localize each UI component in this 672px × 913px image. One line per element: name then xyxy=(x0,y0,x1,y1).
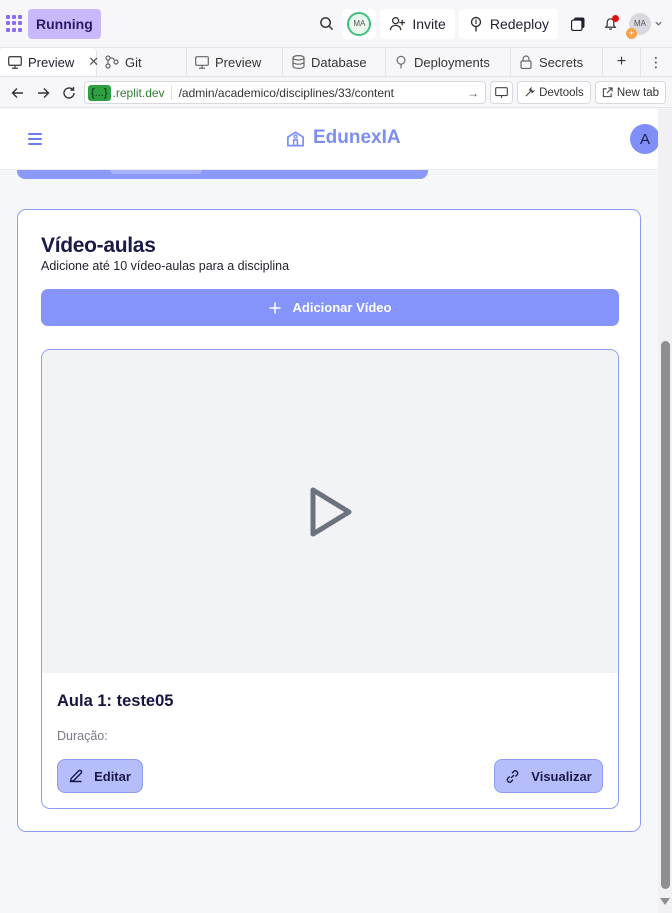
redeploy-label: Redeploy xyxy=(489,15,549,32)
tab-preview[interactable]: Preview xyxy=(187,48,283,76)
reload-icon xyxy=(63,86,75,99)
tab-secrets[interactable]: Secrets xyxy=(511,48,603,76)
devtools-label: Devtools xyxy=(539,86,584,99)
devtools-button[interactable]: Devtools xyxy=(517,81,591,104)
search-button[interactable] xyxy=(310,8,342,40)
deploy-icon xyxy=(394,55,408,69)
replit-topbar: Running MA Invite Redeploy MA + xyxy=(0,0,672,48)
open-new-tab-button[interactable]: New tab xyxy=(594,81,666,104)
user-initials: MA xyxy=(634,19,646,28)
invite-button[interactable]: Invite xyxy=(380,8,455,39)
video-lessons-card: Vídeo-aulas Adicione até 10 vídeo-aulas … xyxy=(17,209,641,832)
new-tab-label: New tab xyxy=(616,86,659,99)
url-path: /admin/academico/disciplines/33/content xyxy=(178,85,395,100)
lock-icon xyxy=(519,55,533,69)
video-thumbnail[interactable] xyxy=(42,350,618,673)
deploy-icon xyxy=(470,16,482,31)
tab-label: Secrets xyxy=(539,54,584,70)
more-options-button[interactable]: ⋮ xyxy=(641,48,671,76)
address-bar: {...} .replit.dev /admin/academico/disci… xyxy=(0,78,672,108)
notification-dot xyxy=(612,14,619,22)
tab-label: Database xyxy=(311,54,367,70)
url-input[interactable]: {...} .replit.dev /admin/academico/disci… xyxy=(84,81,487,104)
arrow-right-icon xyxy=(37,87,49,98)
tab-database[interactable]: Database xyxy=(283,48,386,76)
brand-logo[interactable]: EdunexIA xyxy=(286,127,401,149)
scroll-thumb[interactable] xyxy=(661,341,670,889)
tab-indicator xyxy=(110,170,202,174)
database-icon xyxy=(291,55,305,69)
reload-button[interactable] xyxy=(58,82,80,104)
app-preview: EdunexIA A Vídeo-aulas Adicione até 10 v… xyxy=(0,109,658,913)
add-video-label: Adicionar Vídeo xyxy=(292,300,392,315)
section-title: Vídeo-aulas xyxy=(41,234,156,257)
wrench-icon xyxy=(525,87,536,97)
plus-icon xyxy=(269,302,281,313)
app-header: EdunexIA A xyxy=(0,109,658,170)
pencil-icon xyxy=(69,769,83,783)
domain-chip: {...} xyxy=(88,84,111,101)
redeploy-button[interactable]: Redeploy xyxy=(458,8,558,39)
view-button[interactable]: Visualizar xyxy=(494,759,603,793)
user-menu-button[interactable]: MA + xyxy=(626,8,666,40)
tabs-list-partial xyxy=(17,170,428,179)
add-video-button[interactable]: Adicionar Vídeo xyxy=(41,289,619,326)
invite-label: Invite xyxy=(412,15,446,32)
tab-label: Preview xyxy=(215,54,262,70)
scrollbar[interactable] xyxy=(658,109,672,913)
video-duration: Duração: xyxy=(57,729,108,743)
link-icon xyxy=(506,769,519,783)
forward-button[interactable] xyxy=(32,82,54,104)
back-button[interactable] xyxy=(6,82,28,104)
tab-deployments[interactable]: Deployments xyxy=(386,48,511,76)
search-icon xyxy=(320,17,333,31)
screen-toggle-button[interactable] xyxy=(490,81,514,104)
monitor-icon xyxy=(8,55,22,69)
tab-label: Preview xyxy=(28,54,75,70)
arrow-left-icon xyxy=(11,87,23,98)
plus-icon: + xyxy=(626,27,637,39)
video-item: Aula 1: teste05 Duração: Editar Visualiz… xyxy=(41,349,619,809)
play-icon xyxy=(310,487,352,536)
domain-text: .replit.dev xyxy=(113,85,172,100)
external-link-icon xyxy=(602,87,613,98)
tab-preview-active[interactable]: Preview ✕ xyxy=(0,48,99,76)
section-subtitle: Adicione até 10 vídeo-aulas para a disci… xyxy=(41,259,290,273)
video-title: Aula 1: teste05 xyxy=(57,692,174,710)
git-icon xyxy=(105,55,119,69)
workspace-tabs: Preview ✕ Git Preview Database Deploymen… xyxy=(0,48,672,77)
chevron-down-icon xyxy=(655,21,662,26)
monitor-icon xyxy=(495,86,508,98)
user-avatar[interactable]: A xyxy=(630,124,658,154)
tab-git[interactable]: Git xyxy=(97,48,187,76)
monitor-icon xyxy=(195,55,209,69)
scroll-down-arrow-icon[interactable] xyxy=(660,898,670,905)
avatar: MA xyxy=(347,11,372,36)
view-label: Visualizar xyxy=(531,768,592,784)
edit-button[interactable]: Editar xyxy=(57,759,143,793)
new-tab-button[interactable]: + xyxy=(603,48,641,76)
windows-button[interactable] xyxy=(562,8,594,40)
running-button[interactable]: Running xyxy=(28,8,101,39)
brand-name: EdunexIA xyxy=(313,127,401,148)
more-vertical-icon: ⋮ xyxy=(649,54,663,70)
collaborator-avatar-button[interactable]: MA xyxy=(342,8,377,39)
arrow-right-icon[interactable]: → xyxy=(467,86,485,100)
apps-grid-icon[interactable] xyxy=(6,14,24,33)
avatar: MA + xyxy=(626,12,651,39)
stacked-windows-icon xyxy=(571,17,585,31)
edit-label: Editar xyxy=(94,768,131,784)
notifications-button[interactable] xyxy=(594,8,626,40)
tab-label: Git xyxy=(125,54,142,70)
hamburger-menu-icon[interactable] xyxy=(28,133,42,145)
add-user-icon xyxy=(390,17,406,31)
school-icon xyxy=(287,131,304,147)
tab-label: Deployments xyxy=(414,54,490,70)
